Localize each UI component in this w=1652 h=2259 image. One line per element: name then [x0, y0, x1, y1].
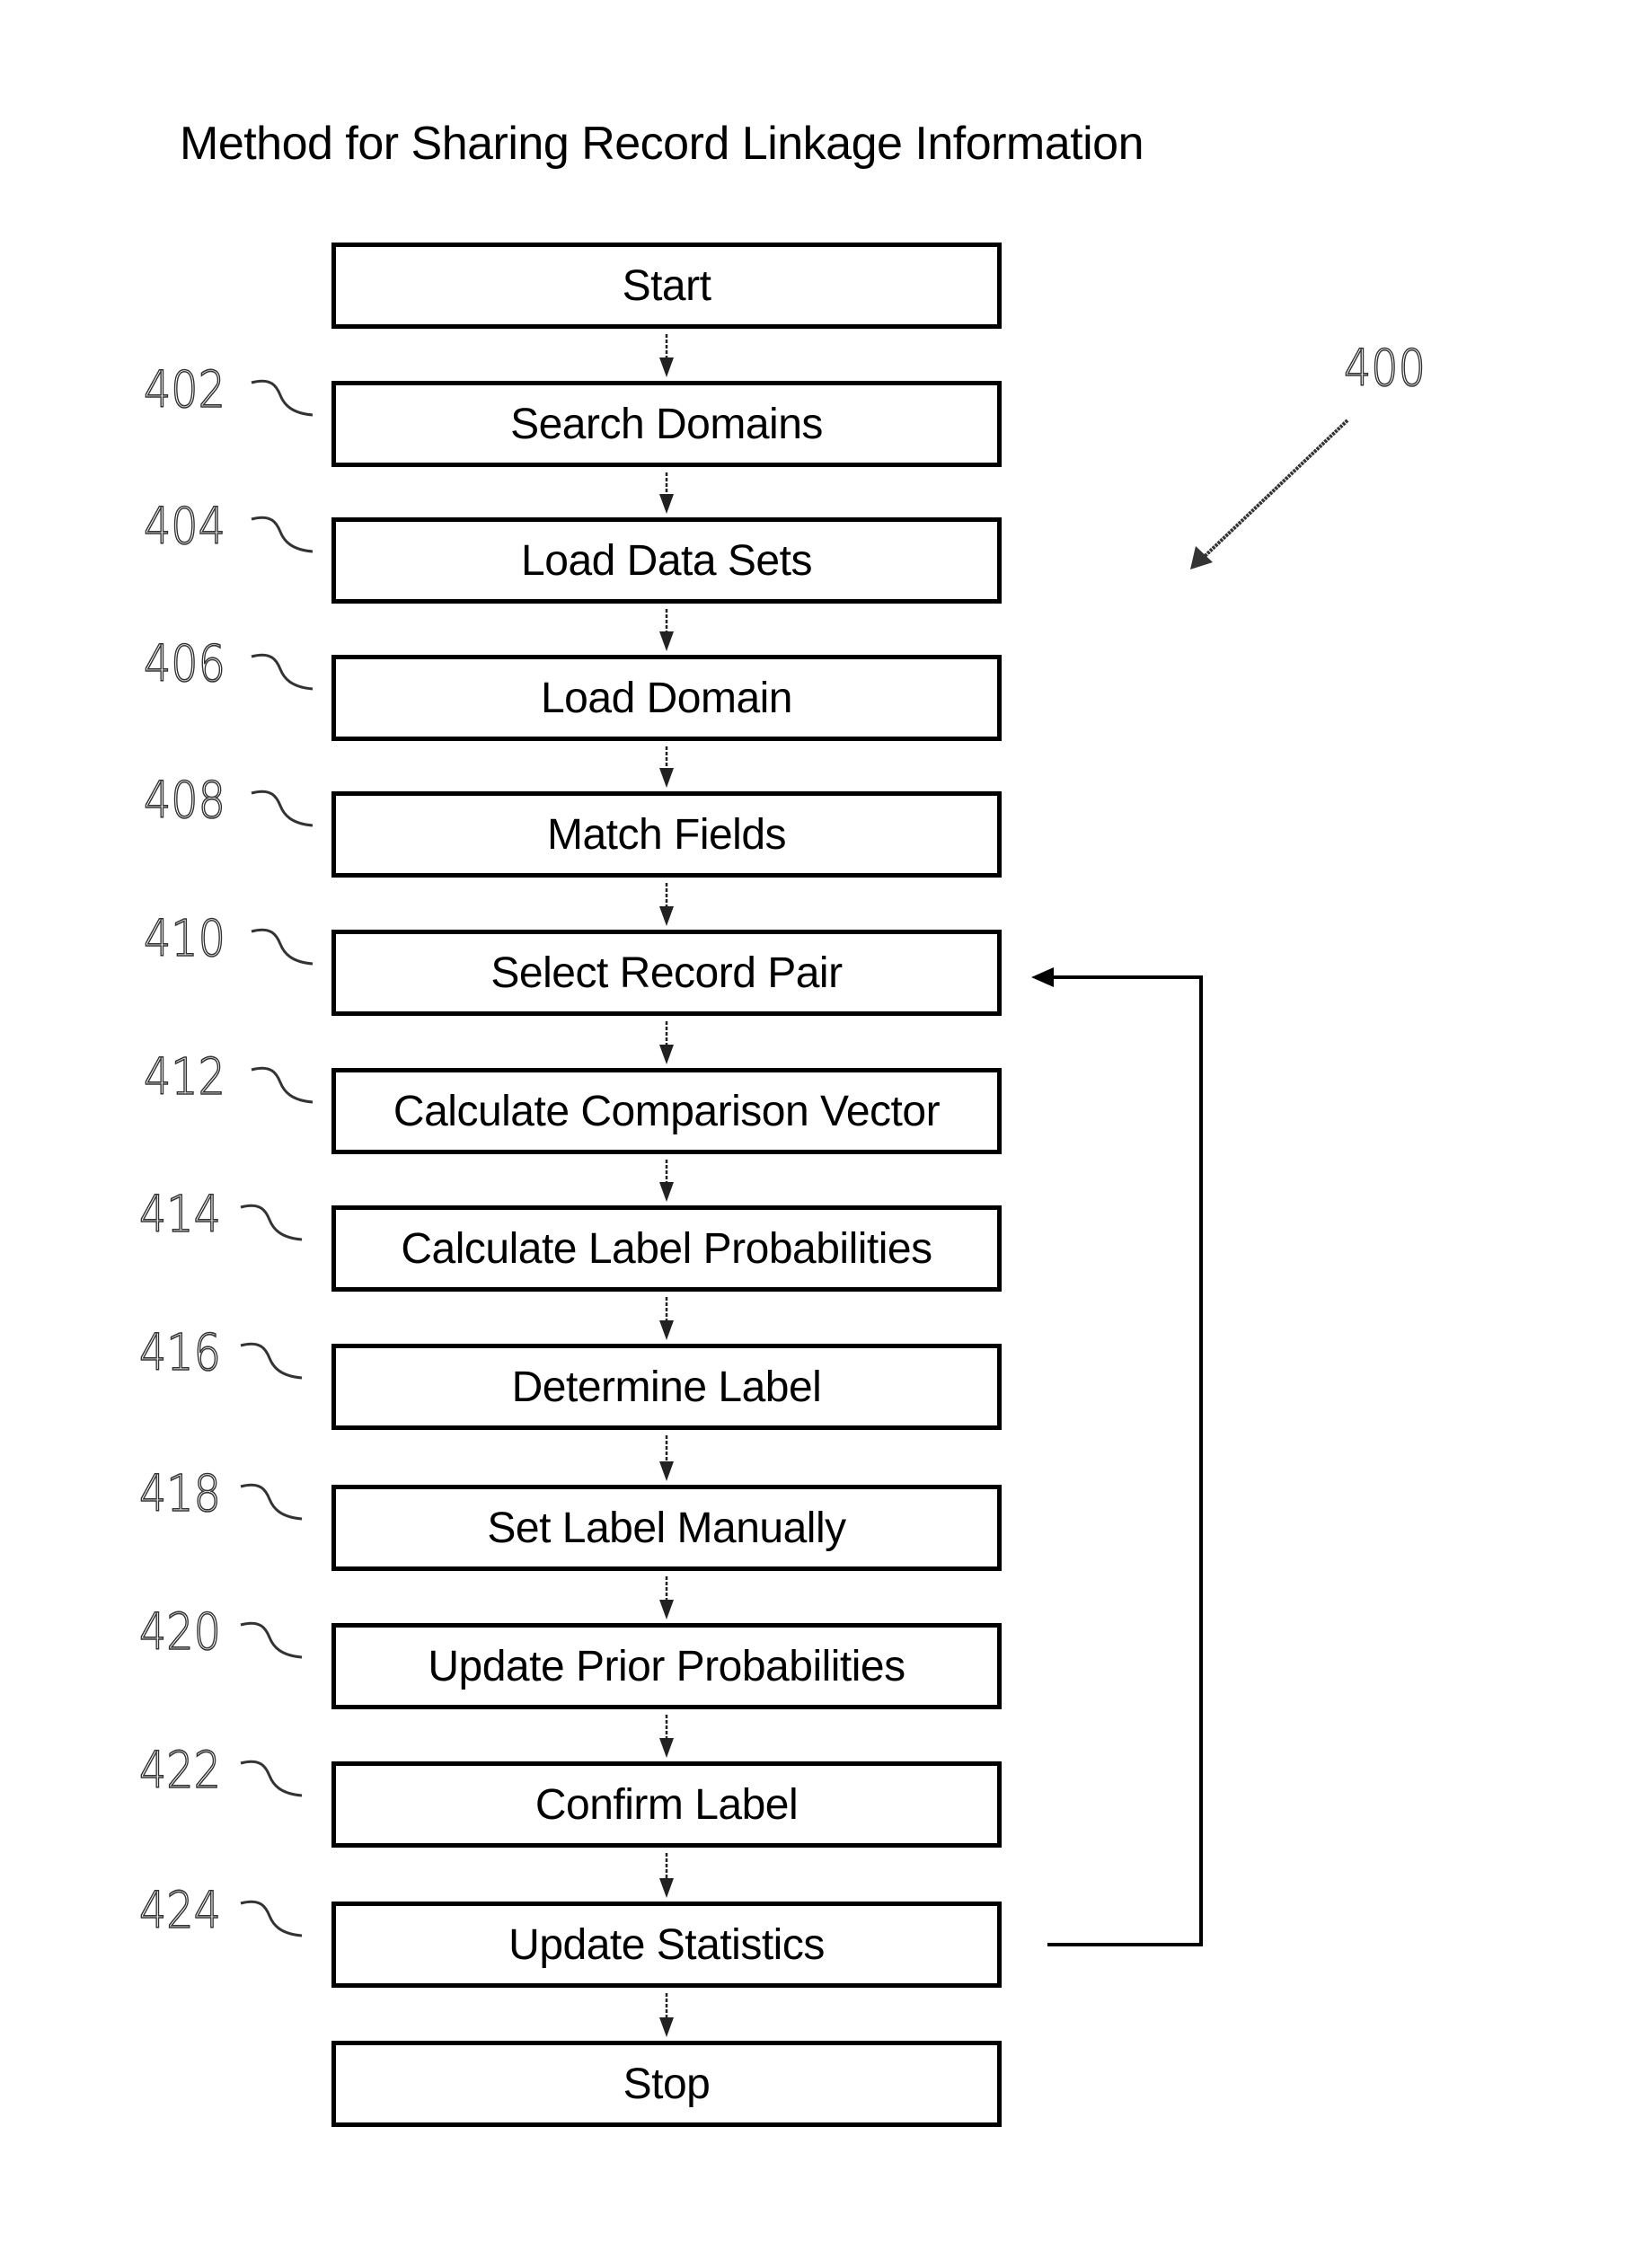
flow-arrowhead	[659, 1320, 674, 1340]
step-box-match-fields: Match Fields	[331, 791, 1002, 878]
figure-reference-arrow	[1190, 419, 1349, 569]
reference-leader-squiggle	[251, 1066, 314, 1104]
step-box-start: Start	[331, 243, 1002, 329]
step-label: Start	[622, 261, 711, 310]
flow-arrow	[659, 1160, 674, 1202]
flow-arrowhead	[659, 631, 674, 651]
flow-arrowhead	[659, 906, 674, 926]
flow-arrow	[659, 1021, 674, 1064]
step-box-stop: Stop	[331, 2041, 1002, 2127]
reference-leader-squiggle	[251, 379, 314, 417]
reference-leader-squiggle	[251, 928, 314, 966]
step-reference-number: 422	[138, 1741, 221, 1801]
step-reference-number: 406	[143, 634, 225, 694]
step-label: Load Data Sets	[521, 536, 812, 585]
flow-arrowhead	[659, 1182, 674, 1202]
reference-leader-squiggle	[240, 1760, 303, 1797]
step-box-determine-label: Determine Label	[331, 1344, 1002, 1430]
flow-arrow	[659, 472, 674, 514]
step-label: Update Prior Probabilities	[428, 1642, 906, 1690]
step-box-calculate-label-probabilities: Calculate Label Probabilities	[331, 1205, 1002, 1292]
step-label: Determine Label	[511, 1363, 822, 1411]
loop-back-arrow	[1031, 967, 1203, 1946]
step-reference-number: 418	[138, 1464, 221, 1524]
step-box-search-domains: Search Domains	[331, 381, 1002, 467]
reference-leader-squiggle	[251, 516, 314, 553]
flow-arrowhead	[659, 1878, 674, 1898]
step-label: Select Record Pair	[490, 949, 843, 997]
reference-leader-squiggle	[251, 653, 314, 691]
reference-leader-squiggle	[240, 1342, 303, 1380]
step-reference-number: 402	[143, 360, 225, 420]
flow-arrow	[659, 609, 674, 651]
reference-leader-squiggle	[240, 1483, 303, 1521]
reference-leader-squiggle	[240, 1204, 303, 1241]
step-box-calculate-comparison-vector: Calculate Comparison Vector	[331, 1068, 1002, 1154]
step-reference-number: 414	[138, 1185, 221, 1245]
step-label: Load Domain	[540, 674, 793, 722]
step-label: Calculate Label Probabilities	[401, 1224, 932, 1273]
reference-leader-squiggle	[240, 1900, 303, 1937]
step-reference-number: 404	[143, 497, 225, 557]
figure-number: 400	[1343, 339, 1426, 399]
step-reference-number: 408	[143, 771, 225, 831]
step-label: Calculate Comparison Vector	[393, 1087, 941, 1135]
step-reference-number: 424	[138, 1881, 221, 1941]
step-box-update-prior-probabilities: Update Prior Probabilities	[331, 1623, 1002, 1709]
step-box-load-data-sets: Load Data Sets	[331, 517, 1002, 604]
flow-arrowhead	[659, 357, 674, 377]
step-box-confirm-label: Confirm Label	[331, 1761, 1002, 1848]
step-label: Set Label Manually	[487, 1504, 846, 1552]
loop-back-arrowhead	[1031, 967, 1054, 987]
reference-leader-squiggle	[251, 790, 314, 827]
step-box-set-label-manually: Set Label Manually	[331, 1485, 1002, 1571]
flow-arrow	[659, 883, 674, 926]
step-reference-number: 416	[138, 1323, 221, 1383]
reference-leader-squiggle	[240, 1621, 303, 1659]
flow-arrowhead	[659, 1738, 674, 1758]
step-box-select-record-pair: Select Record Pair	[331, 930, 1002, 1016]
flow-arrow	[659, 1853, 674, 1898]
flow-arrowhead	[659, 2017, 674, 2037]
step-reference-number: 420	[138, 1602, 221, 1663]
flow-arrowhead	[659, 768, 674, 788]
step-label: Stop	[623, 2060, 711, 2108]
figure-reference-line	[1197, 419, 1349, 563]
flow-arrow	[659, 1297, 674, 1340]
step-box-update-statistics: Update Statistics	[331, 1902, 1002, 1988]
reference-leaders	[240, 379, 314, 1937]
flow-arrowhead	[659, 494, 674, 514]
step-reference-number: 412	[143, 1047, 225, 1107]
step-label: Match Fields	[546, 810, 787, 859]
flow-arrowhead	[659, 1461, 674, 1481]
step-box-load-domain: Load Domain	[331, 655, 1002, 741]
flow-arrowhead	[659, 1600, 674, 1619]
diagram-title: Method for Sharing Record Linkage Inform…	[180, 118, 1144, 170]
step-label: Update Statistics	[508, 1920, 825, 1969]
step-reference-number: 410	[143, 909, 225, 969]
step-label: Confirm Label	[534, 1780, 799, 1829]
flow-arrow	[659, 1435, 674, 1481]
flow-arrow	[659, 334, 674, 377]
step-label: Search Domains	[510, 400, 823, 448]
loop-back-line	[1047, 975, 1203, 1946]
flow-arrow	[659, 746, 674, 788]
flow-arrow	[659, 1576, 674, 1619]
flow-arrow	[659, 1715, 674, 1758]
flow-arrowhead	[659, 1045, 674, 1064]
flow-arrow	[659, 1993, 674, 2037]
